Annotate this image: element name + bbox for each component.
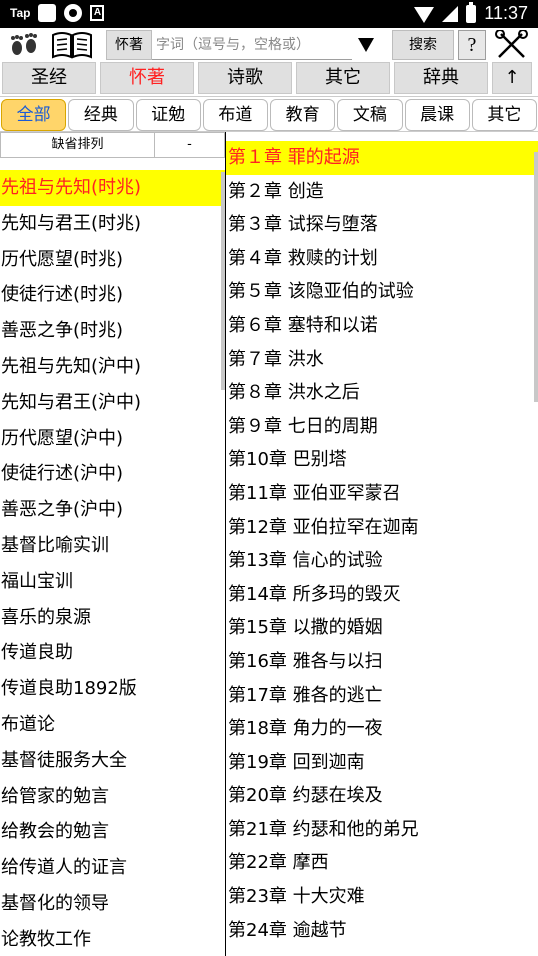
book-list-item[interactable]: 历代愿望(沪中)	[0, 421, 225, 457]
book-list-item[interactable]: 论教牧工作	[0, 922, 225, 956]
chapter-list-item[interactable]: 第24章 逾越节	[226, 914, 538, 948]
category-button[interactable]: 怀著	[106, 30, 152, 60]
tab-qita[interactable]: 其它	[296, 62, 390, 94]
tab-shige[interactable]: 诗歌	[198, 62, 292, 94]
sort-row: 缺省排列 -	[0, 132, 225, 158]
tab-shengjing[interactable]: 圣经	[2, 62, 96, 94]
subtab-manuscripts[interactable]: 文稿	[337, 99, 403, 131]
chapter-list-scrollbar[interactable]	[534, 152, 538, 402]
subtab-sermons[interactable]: 布道	[202, 99, 268, 131]
book-panel: 缺省排列 - 先祖与先知(时兆) 先知与君王(时兆) 历代愿望(时兆) 使徒行述(时兆…	[0, 132, 225, 956]
tap-label: Tap	[10, 6, 31, 20]
subtab-other[interactable]: 其它	[471, 99, 537, 131]
chapter-list-item[interactable]: 第13章 信心的试验	[226, 544, 538, 578]
chapter-list-item[interactable]: 第20章 约瑟在埃及	[226, 779, 538, 813]
book-list-item[interactable]: 使徒行述(沪中)	[0, 456, 225, 492]
tab-up-arrow[interactable]: ↑	[492, 62, 532, 94]
book-list-item[interactable]: 福山宝训	[0, 564, 225, 600]
subtab-classics[interactable]: 经典	[68, 99, 134, 131]
battery-icon	[466, 1, 477, 23]
subtab-education[interactable]: 教育	[270, 99, 336, 131]
book-list-item[interactable]: 先知与君王(沪中)	[0, 385, 225, 421]
book-list-item[interactable]: 喜乐的泉源	[0, 600, 225, 636]
status-bar: Tap A 11:37	[0, 0, 538, 28]
chapter-list-item[interactable]: 第19章 回到迦南	[226, 746, 538, 780]
search-button[interactable]: 搜索	[392, 30, 454, 60]
book-list-item[interactable]: 先祖与先知(时兆)	[0, 170, 225, 206]
footprints-icon[interactable]	[8, 30, 40, 60]
book-list: 先祖与先知(时兆) 先知与君王(时兆) 历代愿望(时兆) 使徒行述(时兆) 善恶之争(时…	[0, 170, 225, 956]
clock: 11:37	[484, 3, 528, 23]
chapter-list-item[interactable]: 第３章 试探与堕落	[226, 208, 538, 242]
subtab-all[interactable]: 全部	[1, 99, 67, 131]
chapter-panel: 第１章 罪的起源 第２章 创造 第３章 试探与堕落 第４章 救赎的计划 第５章 该隐亚伯…	[226, 132, 538, 956]
chapter-list-item[interactable]: 第21章 约瑟和他的弟兄	[226, 813, 538, 847]
book-list-item[interactable]: 给教会的勉言	[0, 814, 225, 850]
chapter-list-item[interactable]: 第18章 角力的一夜	[226, 712, 538, 746]
wifi-icon	[414, 6, 435, 23]
a-icon: A	[90, 5, 105, 21]
chapter-list-item[interactable]: 第12章 亚伯拉罕在迦南	[226, 511, 538, 545]
subtab-testimonies[interactable]: 证勉	[135, 99, 201, 131]
chapter-list-item[interactable]: 第14章 所多玛的毁灭	[226, 578, 538, 612]
chapter-list-item[interactable]: 第22章 摩西	[226, 846, 538, 880]
book-list-item[interactable]: 布道论	[0, 707, 225, 743]
chapter-list-item[interactable]: 第15章 以撒的婚姻	[226, 611, 538, 645]
chapter-list-item[interactable]: 第７章 洪水	[226, 343, 538, 377]
toolbar: 怀著 搜索 ?	[0, 28, 538, 62]
book-list-item[interactable]: 传道良助1892版	[0, 671, 225, 707]
book-icon[interactable]	[50, 30, 94, 60]
book-list-item[interactable]: 给管家的勉言	[0, 779, 225, 815]
tab-huaizhu[interactable]: 怀著	[100, 62, 194, 94]
book-list-item[interactable]: 先知与君王(时兆)	[0, 206, 225, 242]
search-input[interactable]	[152, 30, 352, 60]
chapter-list-item[interactable]: 第５章 该隐亚伯的试验	[226, 275, 538, 309]
book-list-item[interactable]: 给传道人的证言	[0, 850, 225, 886]
chapter-list-item[interactable]: 第10章 巴别塔	[226, 443, 538, 477]
help-button[interactable]: ?	[458, 30, 486, 60]
app-icon	[38, 4, 57, 22]
chapter-list-item[interactable]: 第16章 雅各与以扫	[226, 645, 538, 679]
chapter-list-item[interactable]: 第４章 救赎的计划	[226, 242, 538, 276]
chapter-list-item[interactable]: 第１章 罪的起源	[226, 141, 538, 175]
chapter-list-item[interactable]: 第９章 七日的周期	[226, 410, 538, 444]
book-list-item[interactable]: 基督比喻实训	[0, 528, 225, 564]
chapter-list-item[interactable]: 第11章 亚伯亚罕蒙召	[226, 477, 538, 511]
sort-dropdown[interactable]: 缺省排列	[1, 133, 155, 157]
sync-icon	[64, 4, 83, 22]
book-list-item[interactable]: 历代愿望(时兆)	[0, 242, 225, 278]
chapter-list: 第１章 罪的起源 第２章 创造 第３章 试探与堕落 第４章 救赎的计划 第５章 该隐亚伯…	[226, 141, 538, 947]
dropdown-icon[interactable]	[358, 38, 374, 52]
sub-tabs: 全部 经典 证勉 布道 教育 文稿 晨课 其它	[0, 96, 538, 132]
tools-icon[interactable]	[494, 30, 530, 60]
chapter-list-item[interactable]: 第23章 十大灾难	[226, 880, 538, 914]
book-list-item[interactable]: 先祖与先知(沪中)	[0, 349, 225, 385]
book-list-item[interactable]: 基督徒服务大全	[0, 743, 225, 779]
signal-icon	[442, 5, 459, 22]
chapter-list-item[interactable]: 第６章 塞特和以诺	[226, 309, 538, 343]
book-list-item[interactable]: 使徒行述(时兆)	[0, 277, 225, 313]
book-list-item[interactable]: 善恶之争(时兆)	[0, 313, 225, 349]
chapter-list-item[interactable]: 第２章 创造	[226, 175, 538, 209]
tab-cidian[interactable]: 辞典	[394, 62, 488, 94]
book-list-item[interactable]: 善恶之争(沪中)	[0, 492, 225, 528]
book-list-item[interactable]: 传道良助	[0, 635, 225, 671]
subtab-devotional[interactable]: 晨课	[404, 99, 470, 131]
main-tabs: 圣经 怀著 诗歌 其它 辞典 ↑	[0, 62, 538, 96]
sort-order-toggle[interactable]: -	[155, 133, 224, 157]
chapter-list-item[interactable]: 第８章 洪水之后	[226, 376, 538, 410]
book-list-item[interactable]: 基督化的领导	[0, 886, 225, 922]
chapter-list-item[interactable]: 第17章 雅各的逃亡	[226, 679, 538, 713]
